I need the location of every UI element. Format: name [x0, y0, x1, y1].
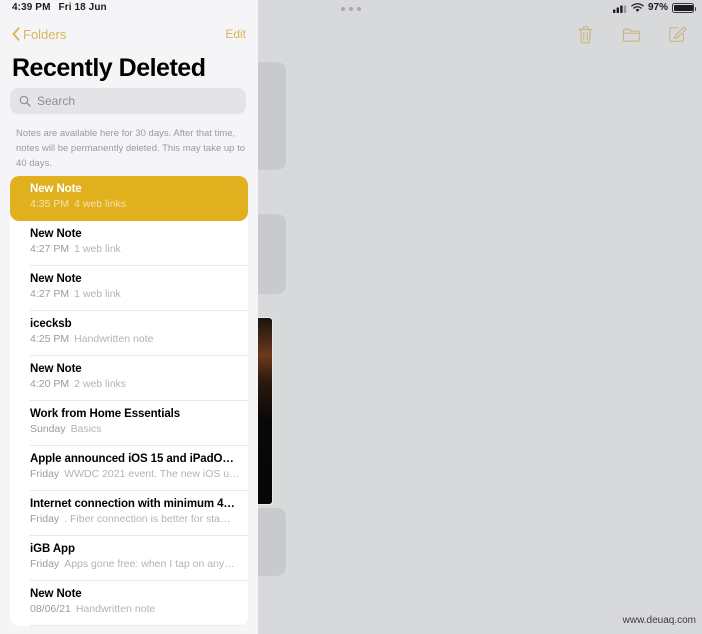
note-subtitle: Sunday Basics: [30, 423, 248, 435]
note-list-item[interactable]: iGB App Friday Apps gone free: when I tap …: [10, 536, 248, 581]
notes-toolbar: [574, 22, 688, 46]
note-list-item[interactable]: New Note 4:27 PM 1 web link: [10, 266, 248, 311]
note-snippet: . Fiber connection is better for sta…: [64, 513, 231, 525]
battery-icon: [672, 2, 696, 13]
note-snippet: Basics: [70, 423, 102, 435]
note-subtitle: 4:25 PM Handwritten note: [30, 333, 248, 345]
note-list-item[interactable]: Work from Home Essentials Sunday Basics: [10, 401, 248, 446]
note-subtitle: 4:27 PM 1 web link: [30, 288, 248, 300]
note-title: icecksb: [30, 318, 72, 330]
status-date: Fri 18 Jun: [58, 2, 107, 13]
folder-icon[interactable]: [620, 22, 642, 46]
back-button-label: Folders: [23, 26, 67, 42]
note-list-item[interactable]: icecksb 4:25 PM Handwritten note: [10, 311, 248, 356]
background-thumbnail: [256, 318, 272, 504]
note-title: Apple announced iOS 15 and iPadO…: [30, 453, 234, 465]
note-snippet: WWDC 2021 event. The new iOS u…: [64, 468, 240, 480]
trash-icon[interactable]: [574, 22, 596, 46]
note-subtitle: Friday WWDC 2021 event. The new iOS u…: [30, 468, 248, 480]
note-date: 4:35 PM: [30, 198, 70, 210]
note-subtitle: 08/06/21 Handwritten note: [30, 603, 248, 615]
edit-button[interactable]: Edit: [225, 27, 246, 41]
multitasking-handle[interactable]: [341, 7, 361, 11]
note-title: New Note: [30, 273, 82, 285]
note-snippet: 1 web link: [74, 243, 121, 255]
notes-sidebar: Folders Edit Recently Deleted Search Not…: [0, 0, 258, 634]
note-subtitle: 4:20 PM 2 web links: [30, 378, 248, 390]
note-date: Friday: [30, 468, 60, 480]
note-snippet: 1 web link: [74, 288, 121, 300]
note-title: Internet connection with minimum 4…: [30, 498, 235, 510]
battery-percent: 97%: [647, 2, 668, 13]
note-subtitle: 4:35 PM 4 web links: [30, 198, 248, 210]
note-date: Friday: [30, 558, 60, 570]
note-snippet: Handwritten note: [74, 333, 154, 345]
note-subtitle: Friday . Fiber connection is better for s…: [30, 513, 248, 525]
note-date: 4:25 PM: [30, 333, 70, 345]
note-list-item[interactable]: New Note 4:27 PM 1 web link: [10, 221, 248, 266]
compose-icon[interactable]: [666, 22, 688, 46]
note-snippet: 4 web links: [74, 198, 127, 210]
note-date: 08/06/21: [30, 603, 71, 615]
note-date: Friday: [30, 513, 60, 525]
note-list-item[interactable]: Apple announced iOS 15 and iPadO… Friday W…: [10, 446, 248, 491]
note-snippet: 2 web links: [74, 378, 127, 390]
back-button-folders[interactable]: Folders: [12, 27, 66, 42]
handle-dot: [357, 7, 361, 11]
navigation-bar: Folders Edit: [0, 22, 258, 46]
note-date: 4:27 PM: [30, 288, 70, 300]
note-title: New Note: [30, 183, 82, 195]
chevron-left-icon: [12, 27, 20, 41]
cellular-signal-icon: [612, 5, 627, 13]
note-title: Work from Home Essentials: [30, 408, 181, 420]
note-date: 4:20 PM: [30, 378, 70, 390]
search-input[interactable]: Search: [10, 88, 246, 114]
status-bar-right: 97%: [612, 2, 696, 13]
battery-fill: [674, 4, 693, 11]
wifi-icon: [631, 2, 644, 12]
note-date: 4:27 PM: [30, 243, 70, 255]
note-date: Sunday: [30, 423, 66, 435]
status-time: 4:39 PM: [12, 2, 51, 13]
note-subtitle: 4:27 PM 1 web link: [30, 243, 248, 255]
search-icon: [19, 95, 31, 107]
note-snippet: Handwritten note: [75, 603, 156, 615]
note-list-item[interactable]: New Note 4:35 PM 4 web links: [10, 176, 248, 221]
list-separator: [30, 625, 248, 626]
retention-info-text: Notes are available here for 30 days. Af…: [16, 128, 246, 169]
handle-dot: [341, 7, 345, 11]
note-list-item[interactable]: Internet connection with minimum 4… Frida…: [10, 491, 248, 536]
note-title: New Note: [30, 228, 82, 240]
note-list-item[interactable]: New Note 4:20 PM 2 web links: [10, 356, 248, 401]
note-list-item[interactable]: New Note 08/06/21 Handwritten note: [10, 581, 248, 626]
note-title: New Note: [30, 363, 82, 375]
note-snippet: Apps gone free: when I tap on any…: [64, 558, 235, 570]
watermark: www.deuaq.com: [622, 615, 696, 626]
handle-dot: [349, 7, 353, 11]
ipad-screen: 4:39 PM Fri 18 Jun 97% Folders Edit Rece…: [0, 0, 702, 634]
note-title: iGB App: [30, 543, 75, 555]
search-placeholder: Search: [37, 94, 76, 108]
status-bar-left: 4:39 PM Fri 18 Jun: [12, 2, 107, 13]
notes-list: New Note 4:35 PM 4 web links New Note 4:27 P…: [10, 176, 248, 626]
note-subtitle: Friday Apps gone free: when I tap on any…: [30, 558, 248, 570]
page-title: Recently Deleted: [12, 54, 206, 82]
note-title: New Note: [30, 588, 82, 600]
